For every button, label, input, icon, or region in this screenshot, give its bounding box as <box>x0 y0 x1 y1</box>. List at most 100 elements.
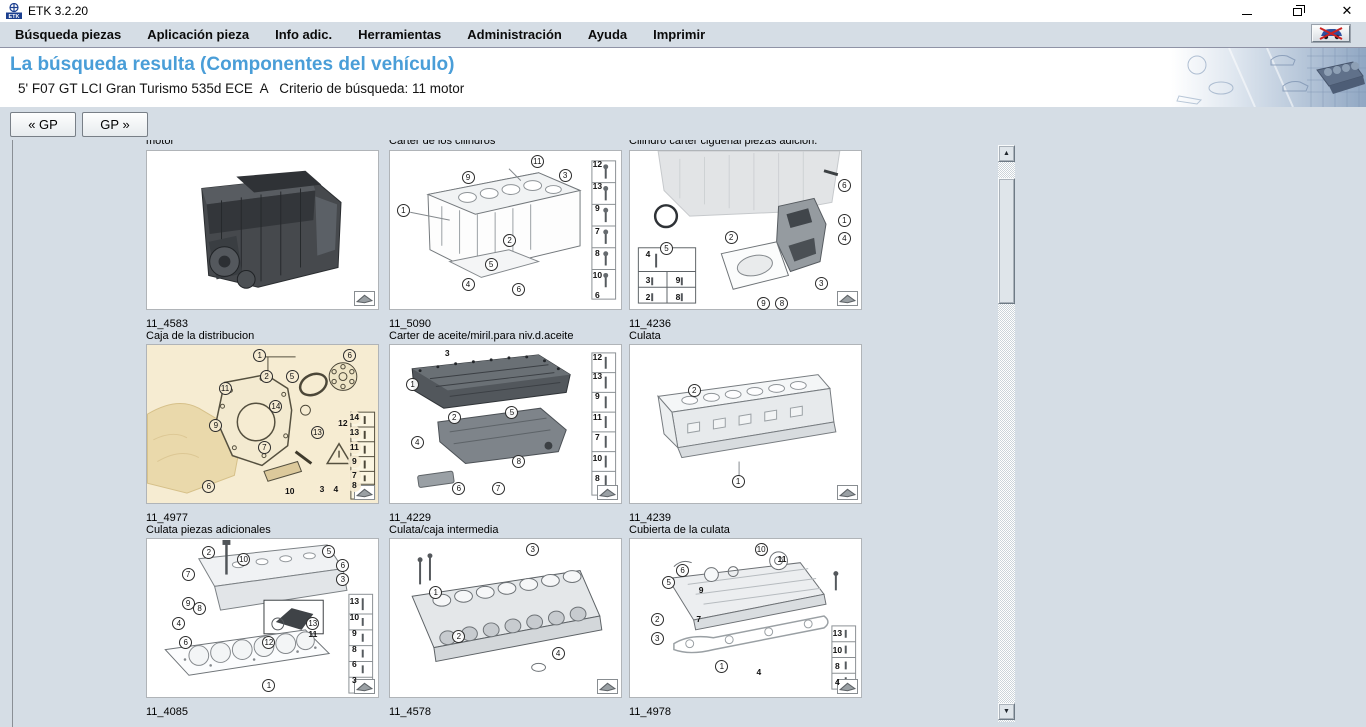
cylinder-head-diagram <box>657 374 837 482</box>
page-corner-icon[interactable] <box>837 291 858 306</box>
callout-number: 1 <box>837 213 851 227</box>
callout-number: 6 <box>452 481 466 495</box>
result-tile-carter-aceite[interactable]: 3 1 2 5 4 8 6 7 12 13 9 11 7 10 8 <box>389 344 622 504</box>
scroll-up-button[interactable]: ▲ <box>998 145 1015 162</box>
callout-number: 11 <box>530 155 544 169</box>
header-collage-image <box>1171 48 1366 107</box>
callout-number: 9 <box>698 585 704 596</box>
car-crossed-icon <box>1319 27 1343 40</box>
crankcase-diagram <box>410 160 617 300</box>
part-code: 11_4239 <box>629 512 672 524</box>
callout-number: 4 <box>835 676 840 687</box>
callout-number: 7 <box>257 440 271 454</box>
menu-busqueda-piezas[interactable]: Búsqueda piezas <box>2 22 134 47</box>
callout-number: 1 <box>731 475 745 489</box>
callout-number: 2 <box>447 410 461 424</box>
page-corner-icon[interactable] <box>597 679 618 694</box>
callout-number: 3 <box>814 276 828 290</box>
close-button[interactable]: ✕ <box>1336 2 1358 20</box>
result-tile-culata-piezas-adicionales[interactable]: 2 10 5 6 3 7 9 8 4 6 12 13 11 1 13 10 9 8 6 3 <box>146 538 379 698</box>
callout-number: 13 <box>349 596 360 607</box>
part-name: Cubierta de la culata <box>629 524 730 536</box>
caption-cubierta-culata: 11_4239 Cubierta de la culata <box>629 512 730 536</box>
callout-number: 7 <box>491 481 505 495</box>
caption-culata-piezas-adicionales: 11_4977 Culata piezas adicionales <box>146 512 271 536</box>
part-code: 11_4583 <box>146 318 189 330</box>
callout-number: 10 <box>237 552 251 566</box>
callout-number: 11 <box>218 382 232 396</box>
menu-herramientas[interactable]: Herramientas <box>345 22 454 47</box>
caption-code-11-4085: 11_4085 <box>146 706 189 718</box>
page-corner-icon[interactable] <box>597 485 618 500</box>
result-tile-caja-distribucion-selected[interactable]: 1 6 2 5 11 14 9 13 12 7 6 10 3 4 14 13 11 9 7 8 <box>146 344 379 504</box>
callout-number: 14 <box>269 399 283 413</box>
callout-number: 4 <box>551 647 565 661</box>
caption-carter-piezas-adicion: Cilindro carter cigueñal piezas adicion. <box>629 140 818 147</box>
restore-button[interactable] <box>1286 2 1308 20</box>
callout-number: 13 <box>592 370 603 381</box>
callout-number: 8 <box>835 660 840 671</box>
callout-number: 5 <box>484 257 498 271</box>
result-tile-culata-caja-intermedia[interactable]: 3124 <box>389 538 622 698</box>
callout-number: 2 <box>650 612 664 626</box>
part-name: Carter de aceite/miril.para niv.d.aceite <box>389 330 574 342</box>
callout-number: 9 <box>209 418 223 432</box>
no-vehicle-button[interactable] <box>1312 25 1350 42</box>
callout-number: 4 <box>410 435 424 449</box>
result-tile-carter-cilindros[interactable]: 1 9 11 3 2 5 4 6 12 13 9 7 8 10 6 <box>389 150 622 310</box>
ladder-frame-diagram <box>411 553 603 672</box>
part-code: 11_4229 <box>389 512 432 524</box>
result-tile-motor[interactable] <box>146 150 379 310</box>
callout-number: 3 <box>315 483 329 497</box>
gp-next-button[interactable]: GP » <box>82 112 148 137</box>
callout-number: 1 <box>396 204 410 218</box>
callout-number: 5 <box>659 241 673 255</box>
result-tile-carter-piezas-adicion[interactable]: 6142539843928 <box>629 150 862 311</box>
part-name: Caja de la distribucion <box>146 330 255 342</box>
callout-number: 9 <box>595 391 600 402</box>
callout-number: 4 <box>461 278 475 292</box>
menu-imprimir[interactable]: Imprimir <box>640 22 718 47</box>
callout-number: 10 <box>592 269 603 280</box>
callout-number: 8 <box>595 247 600 258</box>
callout-number: 1 <box>406 377 420 391</box>
callout-number: 6 <box>676 563 690 577</box>
callout-number: 5 <box>285 369 299 383</box>
scroll-down-button[interactable]: ▼ <box>998 703 1015 720</box>
callout-number: 3 <box>352 675 357 686</box>
caption-culata: 11_4236 Culata <box>629 318 671 342</box>
callout-number: 11 <box>592 411 602 422</box>
callout-number: 8 <box>347 478 361 492</box>
vehicle-context-line: 5' F07 GT LCI Gran Turismo 535d ECE A Cr… <box>18 81 465 96</box>
caption-code-11-4978: 11_4978 <box>629 706 672 718</box>
vertical-scrollbar[interactable]: ▲ ▼ <box>998 145 1015 722</box>
part-code: 11_4236 <box>629 318 672 330</box>
callout-number: 2 <box>724 230 738 244</box>
callout-number: 7 <box>696 613 702 624</box>
scrollbar-thumb[interactable] <box>998 178 1015 304</box>
menu-ayuda[interactable]: Ayuda <box>575 22 640 47</box>
minimize-button[interactable] <box>1236 2 1258 20</box>
callout-number: 10 <box>592 452 603 463</box>
svg-text:ETK: ETK <box>9 14 20 19</box>
callout-number: 9 <box>352 627 357 638</box>
callout-number: 11 <box>777 553 787 564</box>
page-corner-icon[interactable] <box>354 291 375 306</box>
gp-previous-button[interactable]: « GP <box>10 112 76 137</box>
menu-aplicacion-pieza[interactable]: Aplicación pieza <box>134 22 262 47</box>
result-tile-culata[interactable]: 21 <box>629 344 862 504</box>
part-name: Culata <box>629 330 661 342</box>
menu-info-adic[interactable]: Info adic. <box>262 22 345 47</box>
result-tile-cubierta-culata[interactable]: 10 11 6 5 9 2 7 3 1 4 13 10 8 4 <box>629 538 862 698</box>
callout-number: 3 <box>558 169 572 183</box>
menu-administracion[interactable]: Administración <box>454 22 575 47</box>
etk-app-icon: ETK <box>6 3 22 19</box>
callout-number: 8 <box>193 601 207 615</box>
page-corner-icon[interactable] <box>837 485 858 500</box>
callout-number: 6 <box>837 178 851 192</box>
callout-number: 10 <box>349 612 360 622</box>
callout-number: 10 <box>832 645 843 656</box>
caption-carter-aceite: 11_5090 Carter de aceite/miril.para niv.… <box>389 318 573 342</box>
callout-number: 14 <box>347 410 361 424</box>
minimize-icon <box>1242 13 1252 15</box>
